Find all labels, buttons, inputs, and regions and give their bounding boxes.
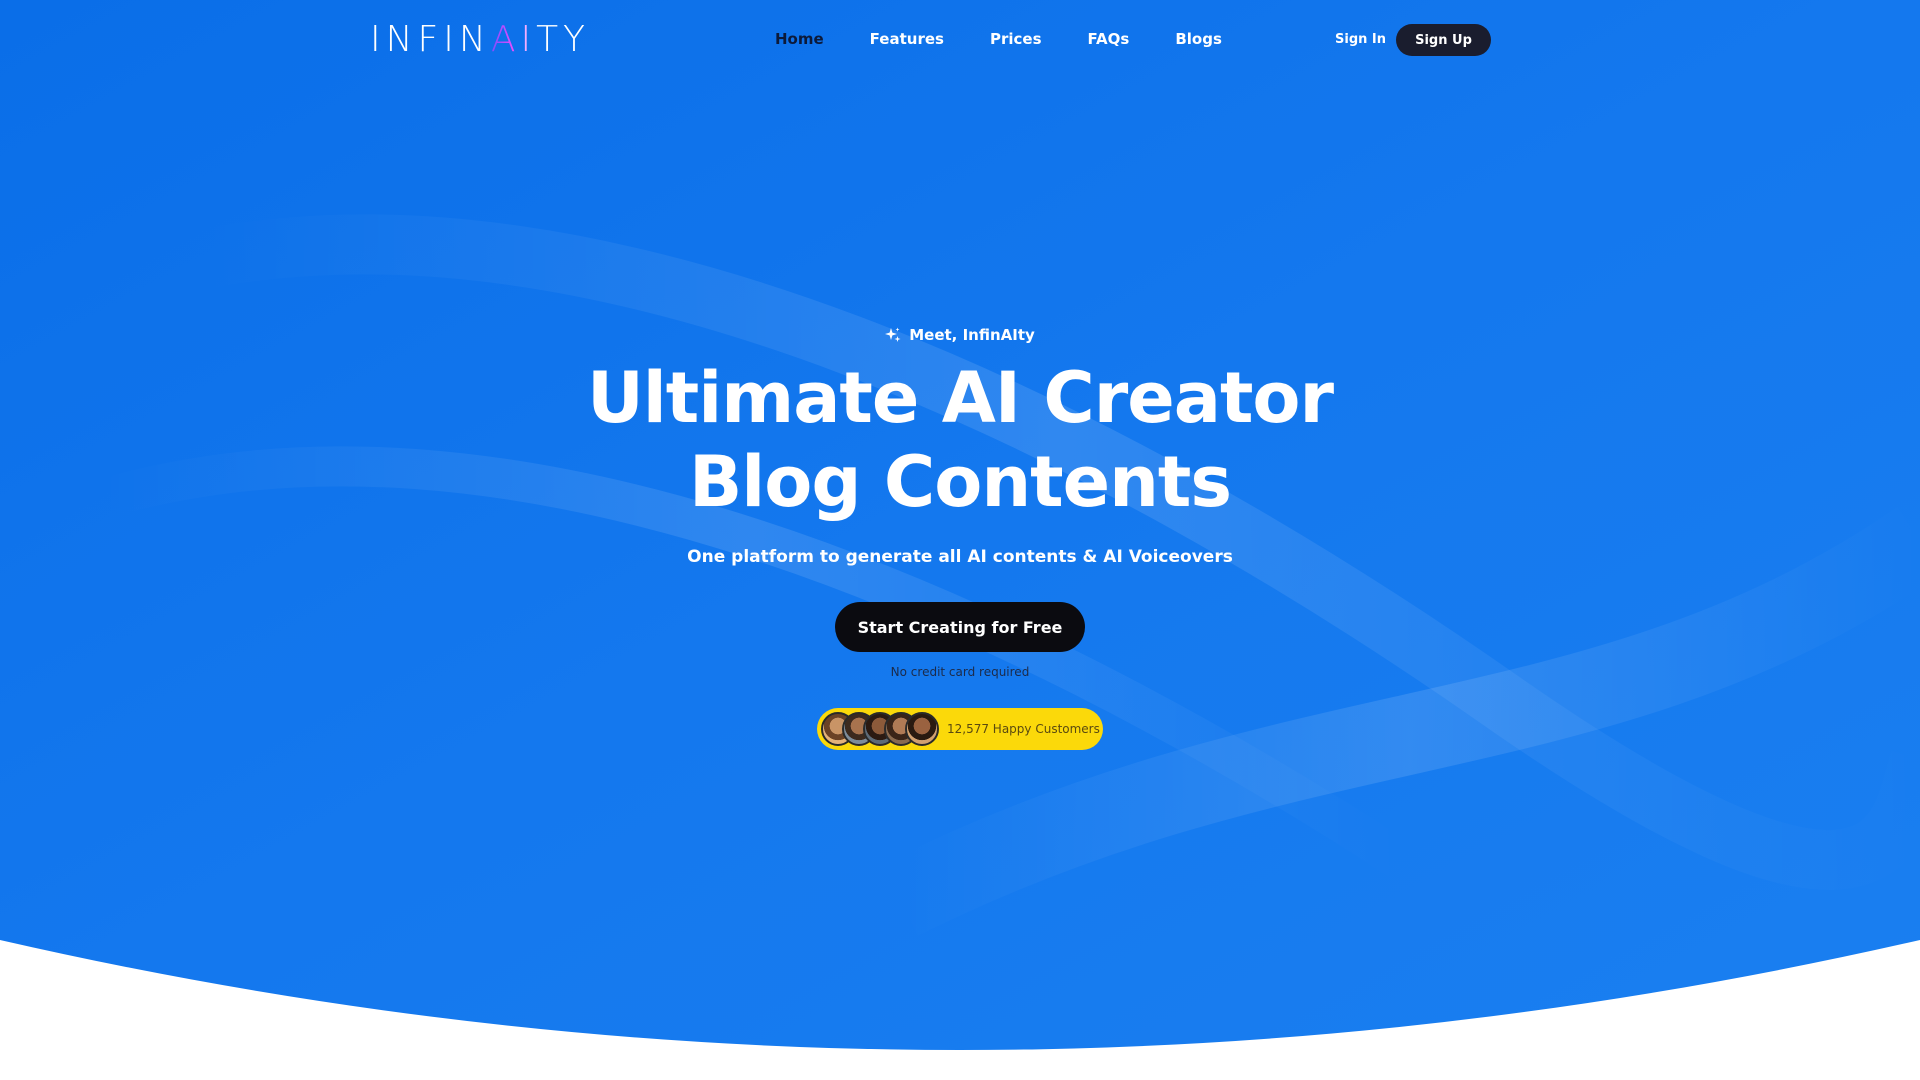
customer-avatars bbox=[821, 712, 939, 746]
nav-link-faqs[interactable]: FAQs bbox=[1088, 28, 1130, 50]
logo-text-right: TY bbox=[536, 19, 591, 60]
logo-text-ai: AI bbox=[490, 19, 537, 60]
headline-line-1: Ultimate AI Creator bbox=[586, 357, 1334, 439]
nav-link-home[interactable]: Home bbox=[775, 28, 824, 50]
top-navigation: INFIN AI TY Home Features Prices FAQs Bl… bbox=[0, 0, 1920, 80]
sign-up-button[interactable]: Sign Up bbox=[1396, 24, 1491, 56]
sign-in-link[interactable]: Sign In bbox=[1335, 29, 1386, 51]
eyebrow-text: Meet, InfinAIty bbox=[909, 326, 1035, 344]
nav-links: Home Features Prices FAQs Blogs bbox=[775, 28, 1268, 50]
avatar bbox=[905, 712, 939, 746]
hero-subtitle: One platform to generate all AI contents… bbox=[687, 547, 1233, 567]
nav-link-blogs[interactable]: Blogs bbox=[1175, 28, 1222, 50]
hero-section: INFIN AI TY Home Features Prices FAQs Bl… bbox=[0, 0, 1920, 1080]
headline-line-2: Blog Contents bbox=[688, 441, 1232, 523]
happy-customers-badge: 12,577 Happy Customers bbox=[817, 708, 1103, 750]
nav-link-prices[interactable]: Prices bbox=[990, 28, 1042, 50]
start-creating-button[interactable]: Start Creating for Free bbox=[835, 602, 1085, 652]
eyebrow: Meet, InfinAIty bbox=[0, 326, 1920, 344]
no-credit-card-note: No credit card required bbox=[890, 665, 1030, 679]
logo-text-left: INFIN bbox=[370, 19, 491, 60]
hero-headline: Ultimate AI Creator Blog Contents bbox=[0, 356, 1920, 524]
hero-background bbox=[0, 0, 1920, 1050]
brand-logo[interactable]: INFIN AI TY bbox=[370, 18, 590, 62]
nav-link-features[interactable]: Features bbox=[870, 28, 944, 50]
happy-customers-text: 12,577 Happy Customers bbox=[947, 722, 1100, 736]
sparkle-icon bbox=[885, 327, 901, 342]
